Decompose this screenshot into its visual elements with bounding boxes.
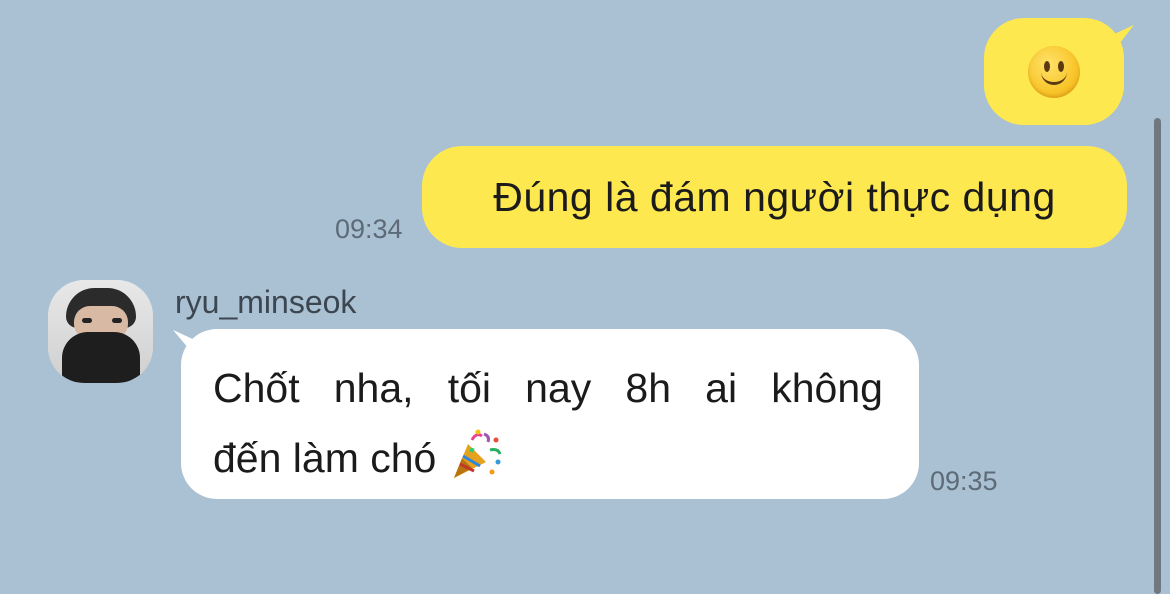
message-timestamp: 09:35	[930, 466, 998, 496]
avatar[interactable]	[48, 280, 153, 383]
party-popper-icon	[454, 429, 502, 478]
outgoing-emoji-message[interactable]	[984, 18, 1124, 125]
message-word: không	[771, 365, 883, 411]
message-word: Chốt	[213, 365, 300, 411]
message-word: ai	[705, 365, 738, 411]
message-text: đến làm chó	[213, 435, 437, 481]
message-line-1: Chốt nha, tối nay 8h ai không	[213, 353, 883, 423]
message-word: nay	[525, 365, 592, 411]
slightly-smiling-face-icon	[1028, 45, 1080, 98]
message-text: Đúng là đám người thực dụng	[493, 173, 1056, 220]
chat-area: Đúng là đám người thực dụng 09:34 ryu_mi…	[0, 0, 1170, 594]
message-word: 8h	[625, 365, 672, 411]
sender-name[interactable]: ryu_minseok	[175, 284, 356, 321]
scrollbar[interactable]	[1154, 118, 1161, 594]
message-timestamp: 09:34	[335, 214, 403, 244]
message-word: tối	[447, 365, 492, 411]
incoming-text-message[interactable]: Chốt nha, tối nay 8h ai không đến làm ch…	[181, 329, 919, 499]
outgoing-text-message[interactable]: Đúng là đám người thực dụng	[422, 146, 1127, 248]
message-line-2: đến làm chó	[213, 423, 883, 493]
message-word: nha,	[333, 365, 414, 411]
